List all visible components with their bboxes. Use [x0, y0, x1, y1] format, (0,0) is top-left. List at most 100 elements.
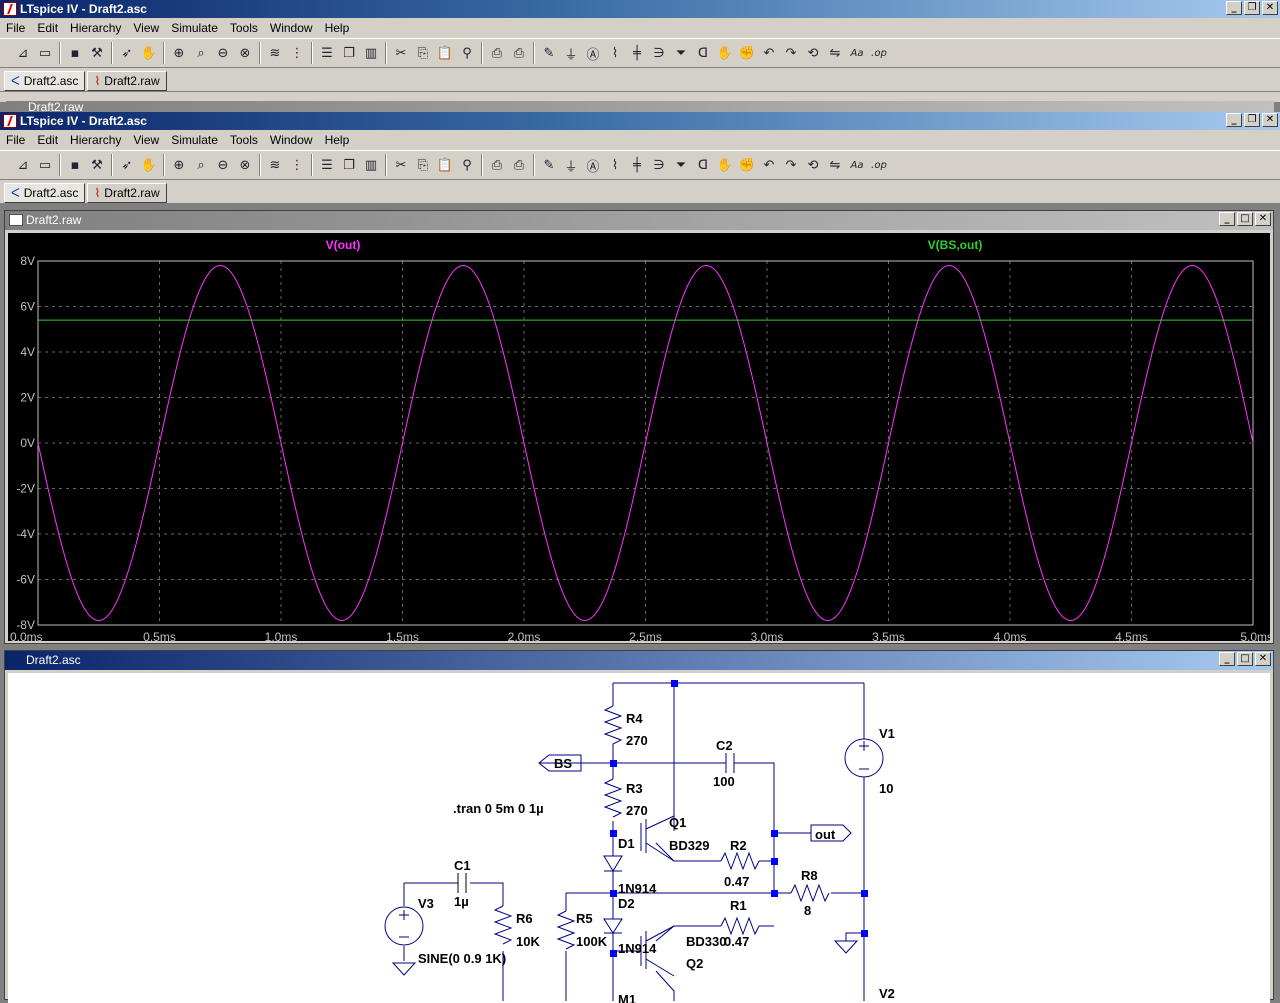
back-control-panel-icon[interactable]: ⚒: [86, 42, 108, 64]
r5-value[interactable]: 100K: [576, 934, 608, 949]
q2-value[interactable]: BD330: [686, 934, 726, 949]
back-tile-vertical-icon[interactable]: ▥: [360, 42, 382, 64]
capacitor-icon[interactable]: ╪: [626, 154, 648, 176]
print-preview-icon[interactable]: ⎙: [486, 154, 508, 176]
ground-icon[interactable]: ⏚: [560, 154, 582, 176]
autorange-icon[interactable]: ≋: [264, 154, 286, 176]
r6-label[interactable]: R6: [516, 911, 533, 926]
q1-value[interactable]: BD329: [669, 838, 709, 853]
menu-edit[interactable]: Edit: [31, 133, 64, 147]
menu-window[interactable]: Window: [264, 133, 319, 147]
back-menu-simulate[interactable]: Simulate: [165, 21, 224, 35]
back-cascade-icon[interactable]: ❐: [338, 42, 360, 64]
d1-label[interactable]: D1: [618, 836, 635, 851]
d2-label[interactable]: D2: [618, 896, 635, 911]
menu-simulate[interactable]: Simulate: [165, 133, 224, 147]
back-menu-tools[interactable]: Tools: [224, 21, 264, 35]
v3-label[interactable]: V3: [418, 896, 434, 911]
q1-label[interactable]: Q1: [669, 815, 686, 830]
r4-label[interactable]: R4: [626, 711, 643, 726]
r4-value[interactable]: 270: [626, 733, 648, 748]
back-menu-window[interactable]: Window: [264, 21, 319, 35]
back-component-icon[interactable]: ᗡ: [692, 42, 714, 64]
back-mirror-icon[interactable]: ⇋: [824, 42, 846, 64]
plot-maximize-button[interactable]: □: [1237, 212, 1253, 226]
grid-icon[interactable]: ⋮: [286, 154, 308, 176]
back-drag-icon[interactable]: ✊: [736, 42, 758, 64]
close-button[interactable]: ✕: [1262, 113, 1278, 127]
waveform-plot[interactable]: 8V6V4V2V0V-2V-4V-6V-8V0.0ms 0.5ms 1.0ms 1.5…: [8, 233, 1270, 641]
menu-view[interactable]: View: [127, 133, 165, 147]
back-label-icon[interactable]: Ⓐ: [582, 42, 604, 64]
back-zoom-full-icon[interactable]: ⊗: [234, 42, 256, 64]
rotate-icon[interactable]: ⟲: [802, 154, 824, 176]
back-new-schematic-icon[interactable]: ⊿: [12, 42, 34, 64]
restore-button[interactable]: ❐: [1244, 1, 1260, 15]
plot-pane[interactable]: 8V 6V 4V 2V 0V -2V -4V -6V -8V 0.0ms 0.5ms 1.0ms 1.5…: [8, 233, 1270, 641]
new-schematic-icon[interactable]: ⊿: [12, 154, 34, 176]
plot-close-button[interactable]: ✕: [1255, 212, 1271, 226]
save-icon[interactable]: ▪: [64, 154, 86, 176]
control-panel-icon[interactable]: ⚒: [86, 154, 108, 176]
menu-help[interactable]: Help: [319, 133, 356, 147]
c1-value[interactable]: 1µ: [454, 894, 469, 909]
back-paste-icon[interactable]: 📋: [434, 42, 456, 64]
q2-label[interactable]: Q2: [686, 956, 703, 971]
back-tab-draft2-raw[interactable]: ⌇ Draft2.raw: [87, 71, 167, 91]
run-icon[interactable]: ➶: [116, 154, 138, 176]
back-run-icon[interactable]: ➶: [116, 42, 138, 64]
diode-icon[interactable]: ⏷: [670, 154, 692, 176]
back-tile-horizontal-icon[interactable]: ☰: [316, 42, 338, 64]
back-capacitor-icon[interactable]: ╪: [626, 42, 648, 64]
minimize-button[interactable]: _: [1226, 1, 1242, 15]
menu-tools[interactable]: Tools: [224, 133, 264, 147]
v2-label[interactable]: V2: [879, 986, 895, 1001]
back-save-icon[interactable]: ▪: [64, 42, 86, 64]
label-icon[interactable]: Ⓐ: [582, 154, 604, 176]
tile-horizontal-icon[interactable]: ☰: [316, 154, 338, 176]
open-icon[interactable]: ▭: [34, 154, 56, 176]
back-redo-icon[interactable]: ↷: [780, 42, 802, 64]
r8-label[interactable]: R8: [801, 868, 818, 883]
cascade-icon[interactable]: ❐: [338, 154, 360, 176]
mirror-icon[interactable]: ⇋: [824, 154, 846, 176]
trace-label[interactable]: V(BS,out): [928, 238, 983, 252]
back-resistor-icon[interactable]: ⌇: [604, 42, 626, 64]
tile-vertical-icon[interactable]: ▥: [360, 154, 382, 176]
schem-close-button[interactable]: ✕: [1255, 652, 1271, 666]
component-icon[interactable]: ᗡ: [692, 154, 714, 176]
schem-maximize-button[interactable]: □: [1237, 652, 1253, 666]
tab-draft2-asc[interactable]: ᐸ Draft2.asc: [4, 183, 86, 203]
back-menu-hierarchy[interactable]: Hierarchy: [64, 21, 127, 35]
zoom-in-icon[interactable]: ⊕: [168, 154, 190, 176]
bs-net-label[interactable]: BS: [554, 756, 572, 771]
zoom-pan-icon[interactable]: ⌕: [190, 154, 212, 176]
v1-value[interactable]: 10: [879, 781, 893, 796]
r2-label[interactable]: R2: [730, 838, 747, 853]
r5-label[interactable]: R5: [576, 911, 593, 926]
restore-button[interactable]: ❐: [1244, 113, 1260, 127]
v3-value[interactable]: SINE(0 0.9 1K): [418, 951, 506, 966]
m1-label[interactable]: M1: [618, 992, 636, 1003]
back-ground-icon[interactable]: ⏚: [560, 42, 582, 64]
find-icon[interactable]: ⚲: [456, 154, 478, 176]
back-copy-icon[interactable]: ⎘: [412, 42, 434, 64]
trace-label[interactable]: V(out): [326, 238, 361, 252]
menu-file[interactable]: File: [0, 133, 31, 147]
back-zoom-in-icon[interactable]: ⊕: [168, 42, 190, 64]
wire-icon[interactable]: ✎: [538, 154, 560, 176]
r1-value[interactable]: 0.47: [724, 934, 749, 949]
c1-label[interactable]: C1: [454, 858, 471, 873]
r6-value[interactable]: 10K: [516, 934, 540, 949]
r2-value[interactable]: 0.47: [724, 874, 749, 889]
r1-label[interactable]: R1: [730, 898, 747, 913]
back-wire-icon[interactable]: ✎: [538, 42, 560, 64]
c2-value[interactable]: 100: [713, 774, 735, 789]
back-cut-icon[interactable]: ✂: [390, 42, 412, 64]
cut-icon[interactable]: ✂: [390, 154, 412, 176]
tran-directive[interactable]: .tran 0 5m 0 1µ: [453, 801, 544, 816]
back-grid-icon[interactable]: ⋮: [286, 42, 308, 64]
zoom-full-icon[interactable]: ⊗: [234, 154, 256, 176]
c2-label[interactable]: C2: [716, 738, 733, 753]
print-icon[interactable]: ⎙: [508, 154, 530, 176]
